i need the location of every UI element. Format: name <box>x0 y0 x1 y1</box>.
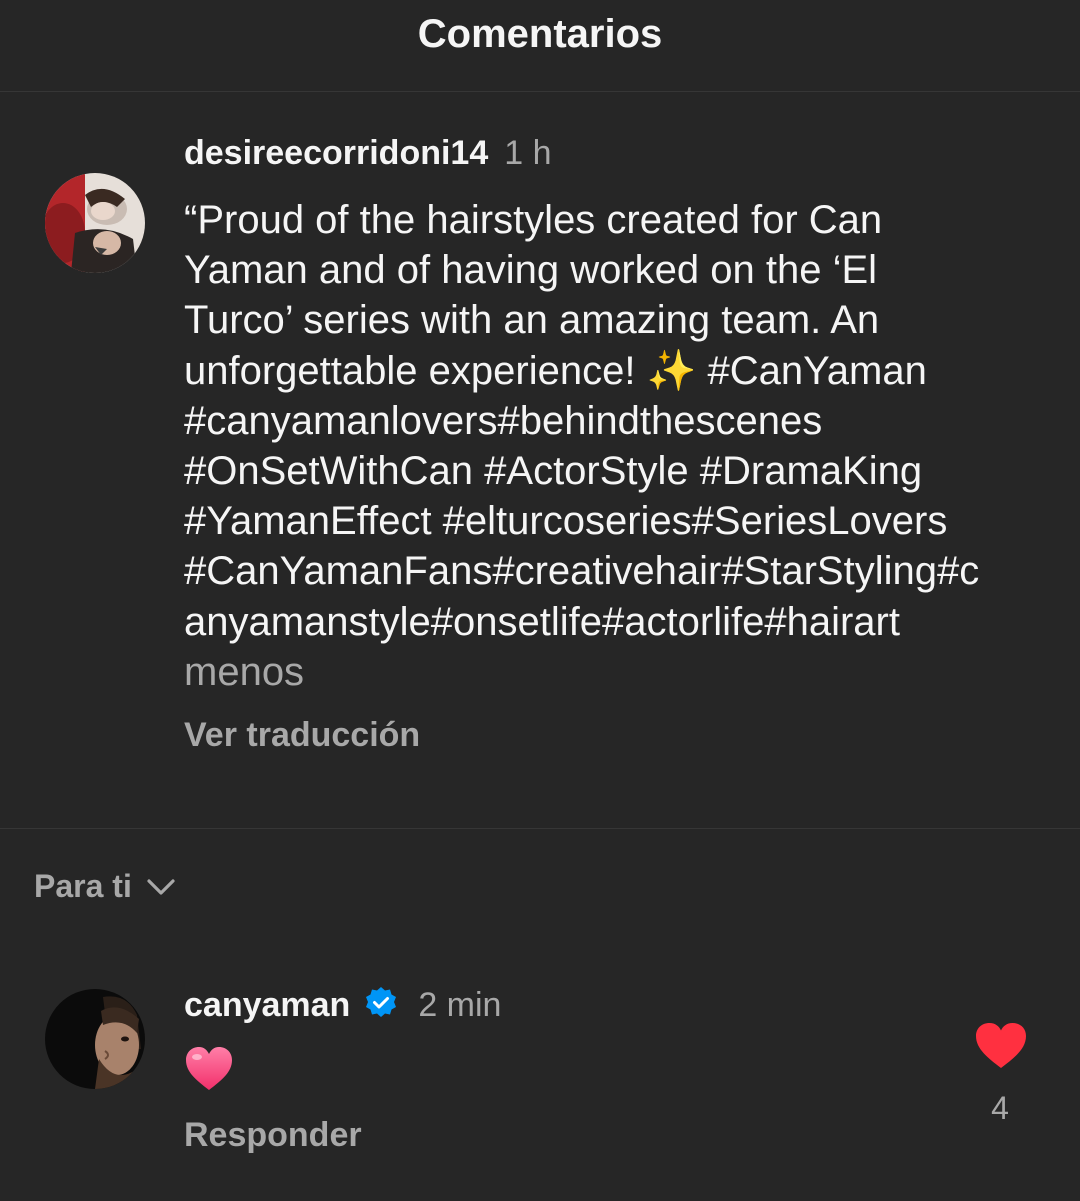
comment-meta: canyaman 2 min <box>184 986 501 1029</box>
comment-body <box>184 1046 234 1097</box>
caption-timestamp: 1 h <box>504 134 552 172</box>
pink-heart-emoji-icon <box>186 1047 232 1090</box>
caption-username[interactable]: desireecorridoni14 <box>184 134 488 172</box>
caption-hashtag-line[interactable]: #CanYamanFans#creativehair#StarStyling#c <box>184 546 1054 596</box>
verified-badge-icon <box>364 986 398 1029</box>
heart-filled-icon <box>976 1023 1026 1068</box>
caption-line: unforgettable experience! ✨ #CanYaman <box>184 348 927 393</box>
see-translation-link[interactable]: Ver traducción <box>184 716 420 755</box>
caption-line: Yaman and of having worked on the ‘El <box>184 248 878 293</box>
sort-label: Para ti <box>34 868 132 904</box>
caption-hashtag-line[interactable]: anyamanstyle#onsetlife#actorlife#hairart <box>184 597 1054 647</box>
chevron-down-icon <box>147 878 175 895</box>
avatar-photo <box>45 989 145 1089</box>
caption-hashtag-line[interactable]: #YamanEffect #elturcoseries#SeriesLovers <box>184 496 1054 546</box>
comments-header: Comentarios <box>0 0 1080 92</box>
caption-hashtag-line[interactable]: #OnSetWithCan #ActorStyle #DramaKing <box>184 446 1054 496</box>
caption-line: “Proud of the hairstyles created for Can <box>184 198 883 242</box>
like-button[interactable] <box>974 1022 1028 1070</box>
avatar[interactable] <box>45 173 145 273</box>
show-less-link[interactable]: menos <box>184 647 1054 697</box>
post-caption: desireecorridoni14 1 h “Proud of the hair… <box>0 92 1080 829</box>
comment-username[interactable]: canyaman <box>184 986 350 1024</box>
caption-hashtag-line[interactable]: #canyamanlovers#behindthescenes <box>184 396 1054 446</box>
comment-sort-selector[interactable]: Para ti <box>34 868 176 905</box>
comment-timestamp: 2 min <box>418 986 502 1024</box>
caption-line: Turco’ series with an amazing team. An <box>184 298 880 343</box>
caption-text: “Proud of the hairstyles created for Can… <box>184 195 1054 697</box>
avatar-photo <box>45 173 145 273</box>
page-title: Comentarios <box>417 12 663 56</box>
avatar[interactable] <box>45 989 145 1089</box>
like-count: 4 <box>991 1090 1009 1126</box>
reply-button[interactable]: Responder <box>184 1116 362 1155</box>
caption-meta: desireecorridoni14 1 h <box>184 134 552 173</box>
